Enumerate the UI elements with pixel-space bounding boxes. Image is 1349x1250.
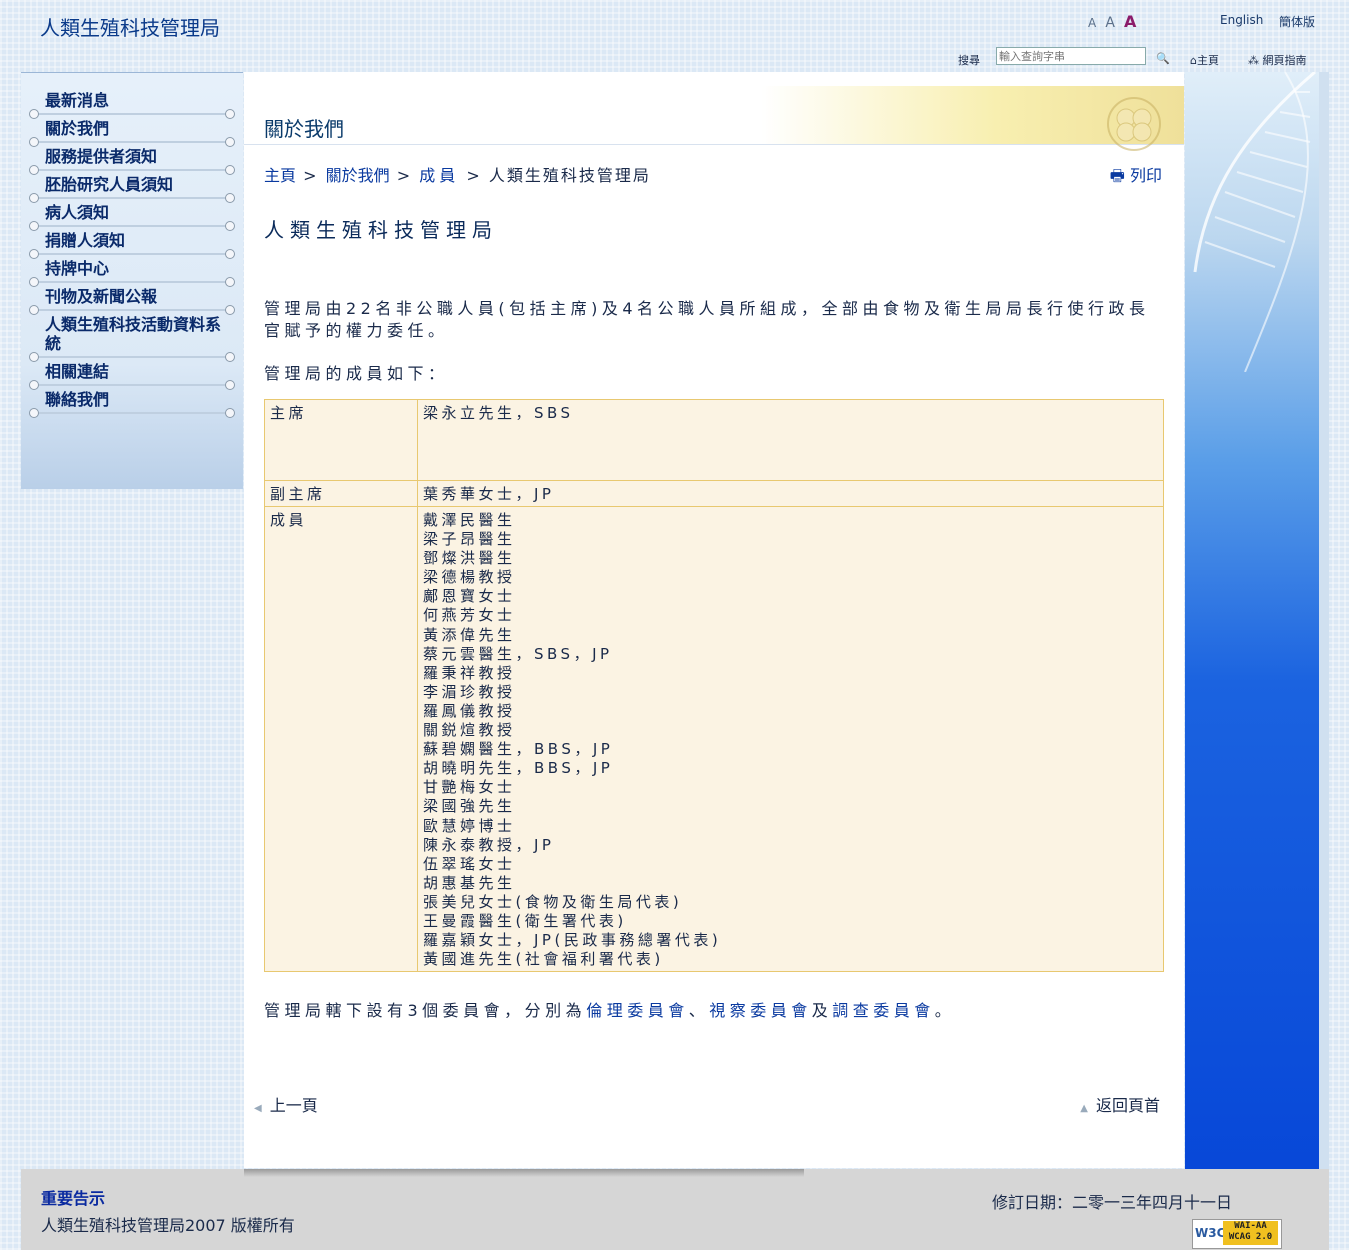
- breadcrumb-members[interactable]: 成員: [419, 166, 459, 185]
- vice-chair-name: 葉秀華女士，JP: [418, 481, 1164, 507]
- list-item: 羅秉祥教授: [423, 664, 1157, 683]
- lang-english-link[interactable]: English: [1220, 13, 1263, 27]
- committees-paragraph: 管理局轄下設有3個委員會，分別為倫理委員會、視察委員會及調查委員會。: [264, 997, 955, 1021]
- list-item: 梁德楊教授: [423, 568, 1157, 587]
- wcag-badge[interactable]: W3C WAI-AAWCAG 2.0: [1192, 1219, 1282, 1249]
- important-notice-link[interactable]: 重要告示: [41, 1185, 105, 1209]
- breadcrumb-about[interactable]: 關於我們: [326, 166, 390, 185]
- dna-banner-image: [1185, 72, 1319, 1180]
- previous-page-link[interactable]: ◀上一頁: [254, 1092, 318, 1116]
- breadcrumb: 主頁 > 關於我們 > 成員 > 人類生殖科技管理局: [264, 162, 651, 186]
- sitemap-icon: ⁂: [1248, 54, 1263, 67]
- list-item: 鄺恩寶女士: [423, 587, 1157, 606]
- list-item: 胡惠基先生: [423, 874, 1157, 893]
- list-item: 戴澤民醫生: [423, 511, 1157, 530]
- list-item: 李湄珍教授: [423, 683, 1157, 702]
- list-item: 黃添偉先生: [423, 626, 1157, 645]
- sidebar-menu: 最新消息 關於我們 服務提供者須知 胚胎研究人員須知 病人須知 捐贈人須知 持牌…: [21, 73, 243, 414]
- members-table: 主席 梁永立先生，SBS 副主席 葉秀華女士，JP 成員 戴澤民醫生 梁子昂醫生…: [264, 399, 1164, 972]
- footer: 重要告示 人類生殖科技管理局2007 版權所有 修訂日期：二零一三年四月十一日 …: [21, 1169, 1329, 1250]
- sidebar-item-researchers[interactable]: 胚胎研究人員須知: [33, 171, 231, 199]
- table-row: 主席 梁永立先生，SBS: [265, 400, 1164, 481]
- print-button[interactable]: 🖶 列印: [1110, 162, 1162, 192]
- list-item: 黃國進先生(社會福利署代表): [423, 950, 1157, 969]
- sidebar-item-publications[interactable]: 刊物及新聞公報: [33, 283, 231, 311]
- sidebar-item-contact[interactable]: 聯絡我們: [33, 386, 231, 414]
- w3c-logo: W3C: [1195, 1226, 1225, 1240]
- copyright-text: 人類生殖科技管理局2007 版權所有: [41, 1212, 295, 1236]
- ethics-committee-link[interactable]: 倫理委員會: [586, 1001, 689, 1020]
- font-small-button[interactable]: A: [1088, 16, 1096, 30]
- sitemap-link[interactable]: ⁂ 網頁指南: [1248, 52, 1307, 68]
- wcag-level-label: WAI-AAWCAG 2.0: [1223, 1221, 1278, 1245]
- revision-date: 修訂日期：二零一三年四月十一日: [992, 1189, 1232, 1213]
- list-item: 梁子昂醫生: [423, 530, 1157, 549]
- sidebar-item-patients[interactable]: 病人須知: [33, 199, 231, 227]
- sidebar-item-data-system[interactable]: 人類生殖科技活動資料系統: [33, 311, 231, 358]
- role-members: 成員: [265, 507, 418, 972]
- table-row: 副主席 葉秀華女士，JP: [265, 481, 1164, 507]
- list-item: 胡曉明先生，BBS，JP: [423, 759, 1157, 778]
- site-title[interactable]: 人類生殖科技管理局: [40, 12, 220, 41]
- section-header-band: [244, 86, 1184, 145]
- members-intro: 管理局的成員如下：: [264, 360, 449, 384]
- search-input[interactable]: [996, 47, 1146, 65]
- intro-paragraph: 管理局由22名非公職人員(包括主席)及4名公職人員所組成，全部由食物及衛生局局長…: [264, 298, 1164, 342]
- home-link[interactable]: ⌂主頁: [1190, 52, 1219, 68]
- role-vice-chair: 副主席: [265, 481, 418, 507]
- breadcrumb-home[interactable]: 主頁: [264, 166, 296, 185]
- sidebar-item-providers[interactable]: 服務提供者須知: [33, 143, 231, 171]
- sidebar-item-about[interactable]: 關於我們: [33, 115, 231, 143]
- breadcrumb-current: 人類生殖科技管理局: [489, 166, 651, 185]
- list-item: 蔡元雲醫生，SBS，JP: [423, 645, 1157, 664]
- triangle-left-icon: ◀: [254, 1103, 262, 1114]
- role-chair: 主席: [265, 400, 418, 481]
- list-item: 陳永泰教授，JP: [423, 836, 1157, 855]
- chair-name: 梁永立先生，SBS: [418, 400, 1164, 481]
- table-row: 成員 戴澤民醫生 梁子昂醫生 鄧燦洪醫生 梁德楊教授 鄺恩寶女士 何燕芳女士 黃…: [265, 507, 1164, 972]
- sidebar-item-donors[interactable]: 捐贈人須知: [33, 227, 231, 255]
- font-medium-button[interactable]: A: [1105, 15, 1115, 31]
- search-label: 搜尋: [958, 52, 980, 68]
- list-item: 羅鳳儀教授: [423, 702, 1157, 721]
- lang-simplified-link[interactable]: 簡体版: [1279, 13, 1315, 30]
- list-item: 伍翠瑤女士: [423, 855, 1157, 874]
- right-edge-strip: [1319, 72, 1329, 1180]
- triangle-up-icon: ▲: [1080, 1103, 1088, 1114]
- inspection-committee-link[interactable]: 視察委員會: [709, 1001, 812, 1020]
- list-item: 梁國強先生: [423, 797, 1157, 816]
- cells-illustration: [1094, 94, 1174, 156]
- list-item: 何燕芳女士: [423, 606, 1157, 625]
- home-icon: ⌂: [1190, 54, 1197, 67]
- section-title: 關於我們: [264, 113, 344, 142]
- sidebar-item-news[interactable]: 最新消息: [33, 87, 231, 115]
- font-large-button[interactable]: A: [1124, 12, 1136, 31]
- list-item: 蘇碧嫻醫生，BBS，JP: [423, 740, 1157, 759]
- list-item: 甘艷梅女士: [423, 778, 1157, 797]
- list-item: 關鋭煊教授: [423, 721, 1157, 740]
- font-size-controls: A A A: [1088, 12, 1140, 31]
- list-item: 張美兒女士(食物及衛生局代表): [423, 893, 1157, 912]
- list-item: 羅嘉穎女士，JP(民政事務總署代表): [423, 931, 1157, 950]
- sidebar-item-licensed-centres[interactable]: 持牌中心: [33, 255, 231, 283]
- printer-icon: 🖶: [1110, 166, 1130, 185]
- sidebar: 最新消息 關於我們 服務提供者須知 胚胎研究人員須知 病人須知 捐贈人須知 持牌…: [21, 72, 243, 489]
- list-item: 王曼霞醫生(衛生署代表): [423, 912, 1157, 931]
- footer-shadow: [244, 1169, 804, 1177]
- page-title: 人類生殖科技管理局: [264, 214, 498, 243]
- members-list: 戴澤民醫生 梁子昂醫生 鄧燦洪醫生 梁德楊教授 鄺恩寶女士 何燕芳女士 黃添偉先…: [418, 507, 1164, 972]
- sidebar-item-links[interactable]: 相關連結: [33, 358, 231, 386]
- list-item: 歐慧婷博士: [423, 817, 1157, 836]
- investigation-committee-link[interactable]: 調查委員會: [832, 1001, 935, 1020]
- main-content: 關於我們 主頁 > 關於我們 > 成員 > 人類生殖科技管理局 🖶 列印 人類生…: [244, 72, 1184, 1168]
- back-to-top-link[interactable]: ▲返回頁首: [1080, 1092, 1160, 1116]
- list-item: 鄧燦洪醫生: [423, 549, 1157, 568]
- magnifier-icon[interactable]: 🔍: [1156, 52, 1170, 65]
